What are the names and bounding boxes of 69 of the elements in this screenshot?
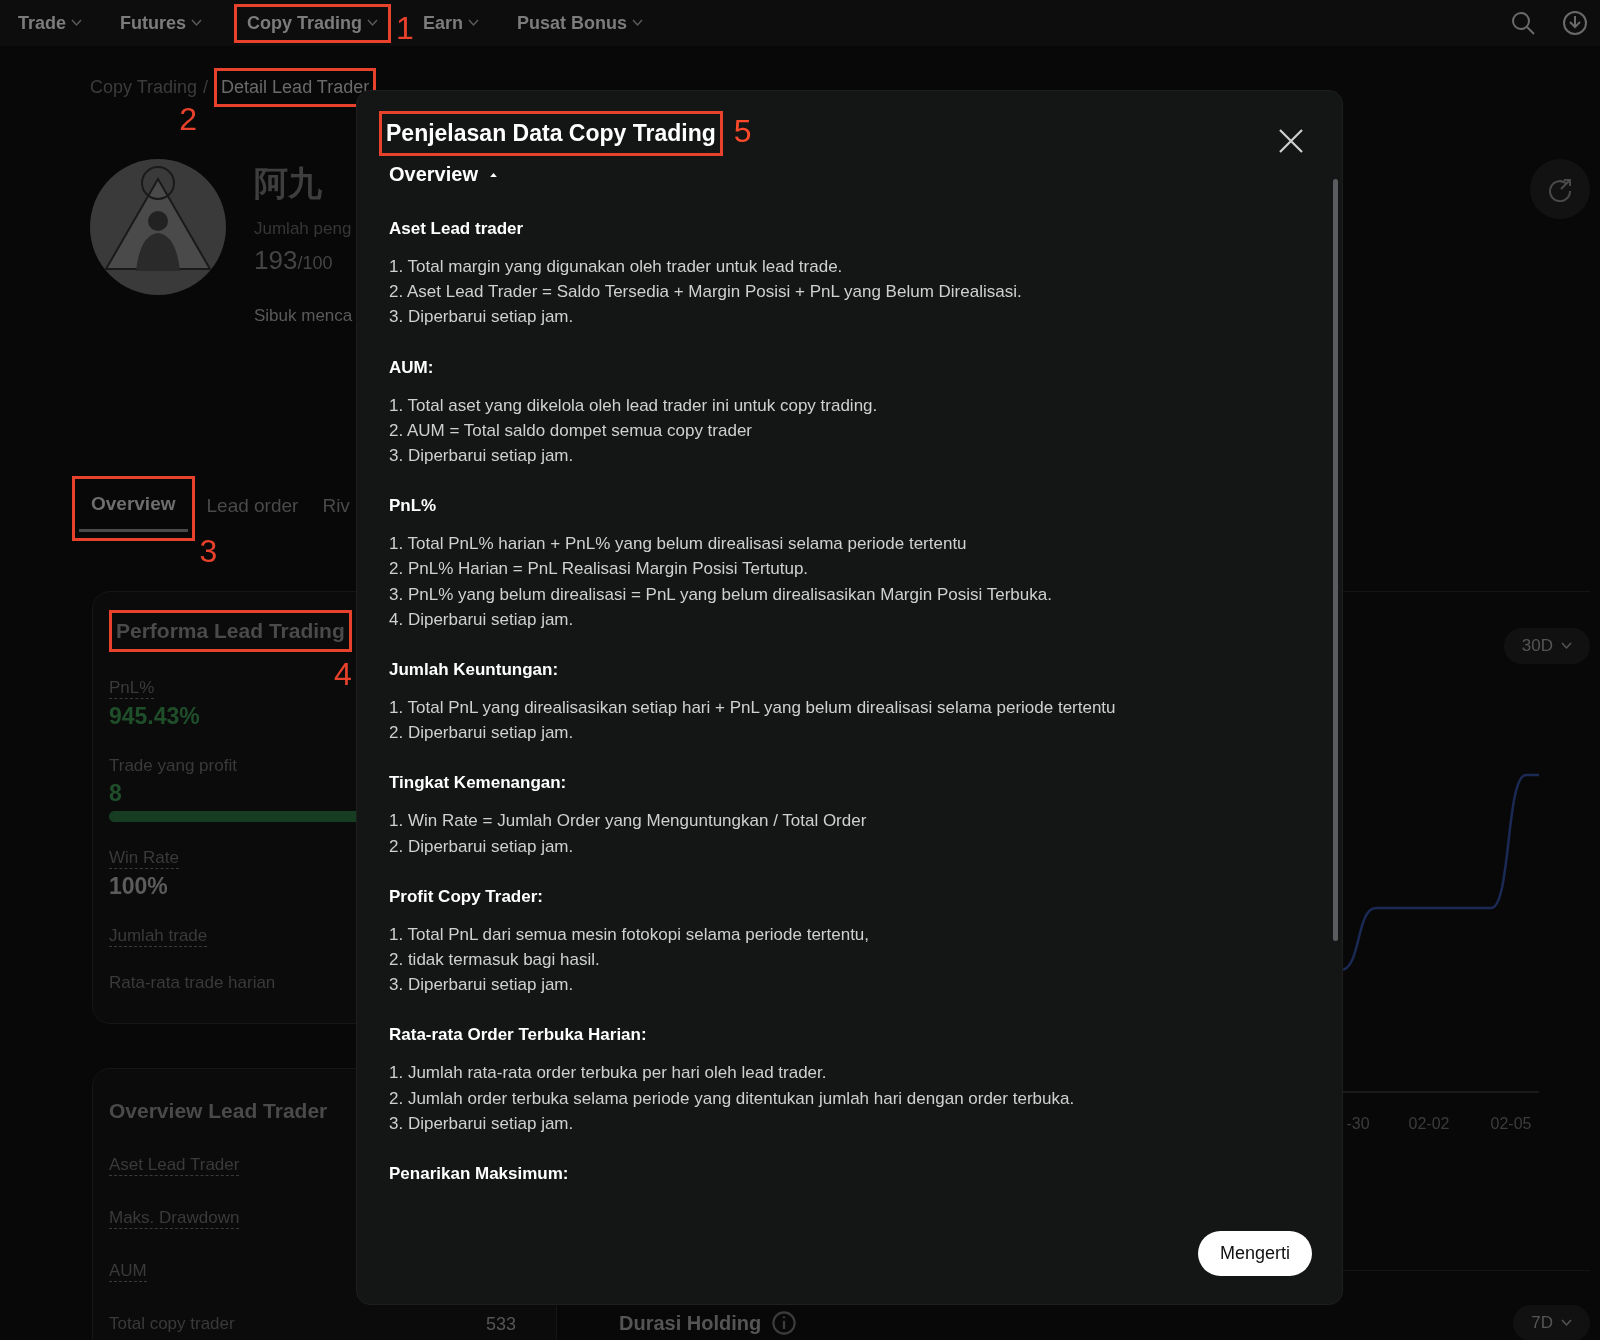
period-dropdown[interactable]: 7D: [1513, 1305, 1590, 1340]
callout-number: 1: [396, 10, 414, 45]
nav-item[interactable]: Pusat Bonus: [511, 12, 650, 34]
breadcrumb-link[interactable]: Detail Lead Trader: [221, 77, 370, 98]
list-item: 1. Total PnL yang direalisasikan setiap hari + PnL yang belum direalisasi selama periode tertentu: [389, 697, 1117, 720]
chevron-down-icon: [191, 19, 203, 27]
list-item: 1. Win Rate = Jumlah Order yang Menguntungkan / Total Order: [389, 810, 868, 833]
section-heading: Jumlah Keuntungan:: [389, 659, 560, 682]
list-item: 2. Jumlah order terbuka selama periode yang ditentukan jumlah hari dengan order terbuka.: [389, 1087, 1076, 1110]
section-toggle[interactable]: Overview: [389, 163, 499, 186]
list-item: 2. tidak termasuk bagi hasil.: [389, 949, 601, 972]
card-title: Overview Lead Trader: [109, 1099, 328, 1123]
list-item: 1. Total PnL% harian + PnL% yang belum direalisasi selama periode tertentu: [389, 533, 968, 556]
confirm-button[interactable]: Mengerti: [1197, 1231, 1312, 1276]
stat-value: 100%: [109, 873, 168, 900]
list-item: 2. AUM = Total saldo dompet semua copy trader: [389, 419, 754, 442]
stat-value: 945.43%: [109, 703, 200, 730]
breadcrumb-separator: /: [203, 77, 209, 98]
period-dropdown[interactable]: 30D: [1503, 628, 1590, 664]
search-icon[interactable]: [1510, 10, 1536, 36]
chevron-down-icon: [468, 19, 480, 27]
list-item: 3. Diperbarui setiap jam.: [389, 445, 575, 467]
list-item: 3. Diperbarui setiap jam.: [389, 1112, 575, 1135]
callout-number: 2: [179, 102, 198, 136]
download-icon[interactable]: [1562, 10, 1588, 36]
list-item: 2. PnL% Harian = PnL Realisasi Margin Posisi Tertutup.: [389, 558, 810, 581]
nav-item[interactable]: Copy Trading: [241, 12, 385, 34]
chevron-down-icon: [632, 19, 644, 27]
dialog-title: Penjelasan Data Copy Trading: [386, 120, 716, 147]
list-item: 1. Jumlah rata-rata order terbuka per hari oleh lead trader.: [389, 1062, 828, 1085]
section-heading: Aset Lead trader: [389, 218, 525, 240]
list-item: 2. Diperbarui setiap jam.: [389, 722, 575, 745]
callout-number: 4: [334, 657, 352, 691]
trader-bio: Sibuk menca: [254, 306, 353, 326]
close-icon: [1278, 127, 1304, 154]
chevron-down-icon: [367, 19, 379, 27]
nav-item[interactable]: Trade: [12, 12, 89, 34]
list-item: 1. Total aset yang dikelola oleh lead trader ini untuk copy trading.: [389, 394, 879, 417]
nav-item[interactable]: Earn: [417, 12, 486, 34]
section-heading: Tingkat Kemenangan:: [389, 772, 568, 795]
followers-count: 193/100: [254, 245, 334, 276]
close-button[interactable]: [1278, 127, 1304, 154]
list-item: 3. Diperbarui setiap jam.: [389, 306, 575, 329]
chevron-down-icon: [71, 19, 83, 27]
nav-item[interactable]: Futures: [114, 12, 209, 34]
section-heading: Penarikan Maksimum:: [389, 1163, 570, 1186]
list-item: 2. Aset Lead Trader = Saldo Tersedia + Margin Posisi + PnL yang Belum Direalisasi.: [389, 281, 1023, 304]
section-heading: Profit Copy Trader:: [389, 885, 544, 908]
avatar-icon: [90, 159, 226, 295]
chevron-down-icon: [1561, 1319, 1572, 1327]
share-icon: [1547, 176, 1573, 202]
list-item: 4. Diperbarui setiap jam.: [389, 608, 575, 631]
chevron-down-icon: [1561, 642, 1572, 650]
list-item: 1. Total PnL dari semua mesin fotokopi selama periode tertentu,: [389, 923, 871, 946]
stat-value: 8: [109, 780, 122, 807]
section-title: Durasi Holding: [619, 1311, 762, 1335]
section-heading: Rata-rata Order Terbuka Harian:: [389, 1024, 648, 1047]
list-item: 3. Diperbarui setiap jam.: [389, 974, 575, 997]
section-heading: AUM:: [389, 356, 435, 379]
callout-number: 5: [733, 114, 752, 148]
tab[interactable]: Overview: [79, 485, 188, 532]
list-item: 3. PnL% yang belum direalisasi = PnL yang belum direalisasikan Margin Posisi Terbuka.: [389, 583, 1053, 606]
card-title: Performa Lead Trading: [116, 619, 345, 643]
scrollbar[interactable]: [1333, 179, 1338, 941]
list-item: 2. Diperbarui setiap jam.: [389, 835, 575, 858]
list-item: 1. Total margin yang digunakan oleh trader untuk lead trade.: [389, 256, 844, 278]
section-heading: PnL%: [389, 495, 438, 518]
stat-value: 533: [485, 1314, 516, 1335]
callout-number: 3: [199, 534, 218, 568]
